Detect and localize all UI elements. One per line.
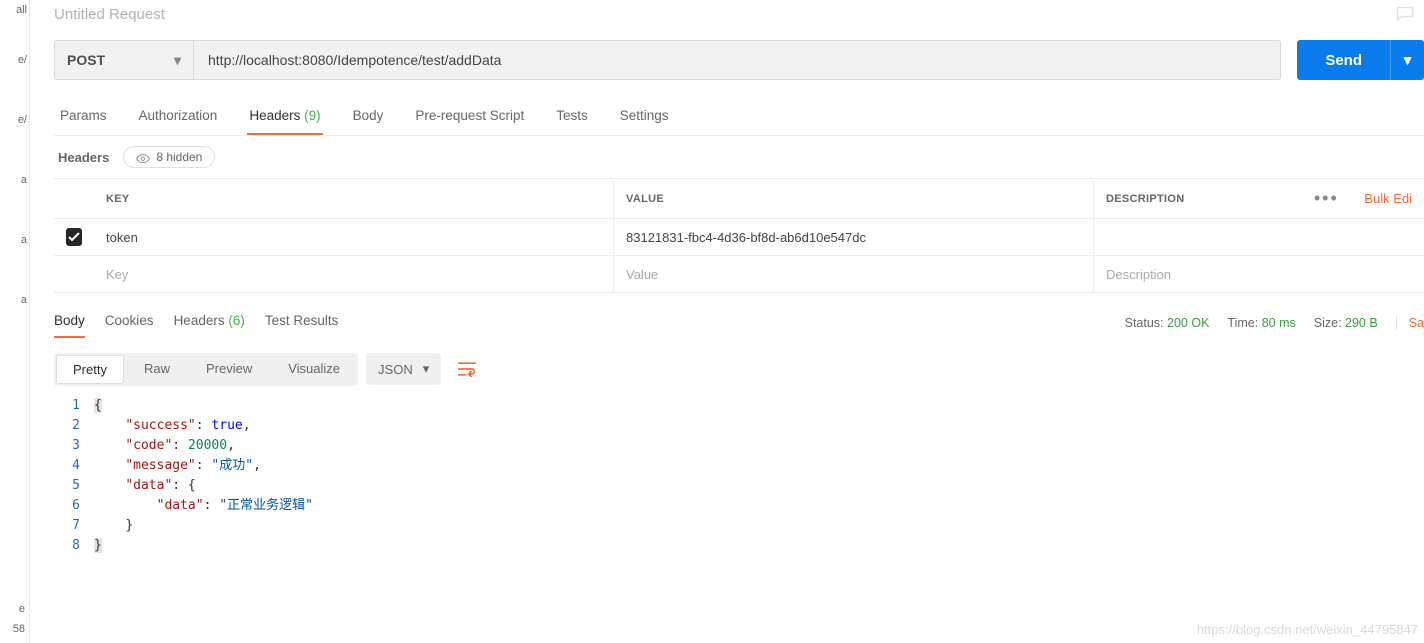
tab-tests[interactable]: Tests [554, 102, 590, 135]
more-icon[interactable]: ••• [1296, 179, 1356, 218]
header-key-input[interactable]: token [94, 219, 614, 255]
tab-pre-request-script[interactable]: Pre-request Script [413, 102, 526, 135]
row-checkbox[interactable] [66, 228, 82, 246]
response-tabs: Body Cookies Headers (6) Test Results St… [54, 307, 1424, 338]
resp-tab-cookies[interactable]: Cookies [105, 307, 154, 338]
response-viewer-bar: Pretty Raw Preview Visualize JSON ▾ [54, 352, 1424, 386]
sidebar-item[interactable]: all [0, 0, 29, 20]
wrap-lines-button[interactable] [449, 352, 485, 386]
sidebar-item[interactable]: a [0, 170, 29, 190]
http-method-value: POST [67, 52, 105, 68]
sidebar-item[interactable]: e/ [0, 50, 29, 70]
size-value: 290 B [1345, 316, 1378, 330]
headers-label: Headers [58, 150, 109, 165]
format-value: JSON [378, 362, 413, 377]
sidebar-item[interactable]: e [0, 599, 27, 619]
headers-table: KEY VALUE DESCRIPTION ••• Bulk Edi token… [54, 178, 1424, 293]
status-value: 200 OK [1167, 316, 1209, 330]
request-tabs: Params Authorization Headers (9) Body Pr… [54, 102, 1424, 136]
sidebar-item[interactable]: 58 [0, 619, 27, 639]
col-description: DESCRIPTION [1094, 179, 1296, 218]
eye-icon [136, 152, 150, 162]
url-value: http://localhost:8080/Idempotence/test/a… [208, 52, 501, 68]
view-raw[interactable]: Raw [126, 353, 188, 386]
hidden-count-label: 8 hidden [156, 150, 202, 164]
save-response-link[interactable]: Sa [1396, 316, 1424, 330]
send-button[interactable]: Send ▾ [1297, 40, 1424, 80]
time-value: 80 ms [1262, 316, 1296, 330]
header-value-input[interactable]: Value [614, 256, 1094, 292]
main-panel: Untitled Request POST ▾ http://localhost… [30, 0, 1424, 643]
format-select[interactable]: JSON ▾ [366, 353, 441, 385]
view-mode-segment: Pretty Raw Preview Visualize [54, 353, 358, 386]
bulk-edit-link[interactable]: Bulk Edi [1356, 179, 1424, 218]
chevron-down-icon: ▾ [423, 361, 430, 377]
resp-tab-headers[interactable]: Headers (6) [174, 307, 245, 338]
tab-settings[interactable]: Settings [618, 102, 671, 135]
sidebar-item[interactable]: a [0, 290, 29, 310]
view-visualize[interactable]: Visualize [270, 353, 358, 386]
sidebar-item[interactable]: e/ [0, 110, 29, 130]
header-desc-input[interactable] [1094, 219, 1424, 255]
response-body[interactable]: 1{2 "success": true,3 "code": 20000,4 "m… [54, 396, 1424, 556]
request-title: Untitled Request [54, 6, 1396, 23]
send-split-dropdown[interactable]: ▾ [1390, 40, 1424, 80]
chevron-down-icon: ▾ [174, 52, 181, 69]
chevron-down-icon: ▾ [1404, 51, 1412, 69]
resp-tab-test-results[interactable]: Test Results [265, 307, 339, 338]
http-method-select[interactable]: POST ▾ [54, 40, 194, 80]
col-value: VALUE [614, 179, 1094, 218]
watermark: https://blog.csdn.net/weixin_44795847 [1197, 622, 1418, 637]
table-row-empty: Key Value Description [54, 256, 1424, 292]
resp-tab-body[interactable]: Body [54, 307, 85, 338]
tab-authorization[interactable]: Authorization [137, 102, 220, 135]
collections-sidebar: all e/ e/ a a a e 58 [0, 0, 30, 643]
header-value-input[interactable]: 83121831-fbc4-4d36-bf8d-ab6d10e547dc [614, 219, 1094, 255]
tab-params[interactable]: Params [58, 102, 109, 135]
toggle-hidden-headers[interactable]: 8 hidden [123, 146, 215, 168]
header-key-input[interactable]: Key [94, 256, 614, 292]
col-key: KEY [94, 179, 614, 218]
sidebar-item[interactable]: a [0, 230, 29, 250]
header-desc-input[interactable]: Description [1094, 256, 1424, 292]
send-button-label: Send [1297, 52, 1390, 69]
view-preview[interactable]: Preview [188, 353, 270, 386]
comment-icon[interactable] [1396, 6, 1414, 22]
table-row: token 83121831-fbc4-4d36-bf8d-ab6d10e547… [54, 219, 1424, 256]
response-meta: Status: 200 OK Time: 80 ms Size: 290 B S… [1125, 316, 1424, 330]
url-input[interactable]: http://localhost:8080/Idempotence/test/a… [194, 40, 1281, 80]
tab-body[interactable]: Body [351, 102, 386, 135]
tab-headers[interactable]: Headers (9) [247, 102, 322, 135]
view-pretty[interactable]: Pretty [56, 355, 124, 384]
